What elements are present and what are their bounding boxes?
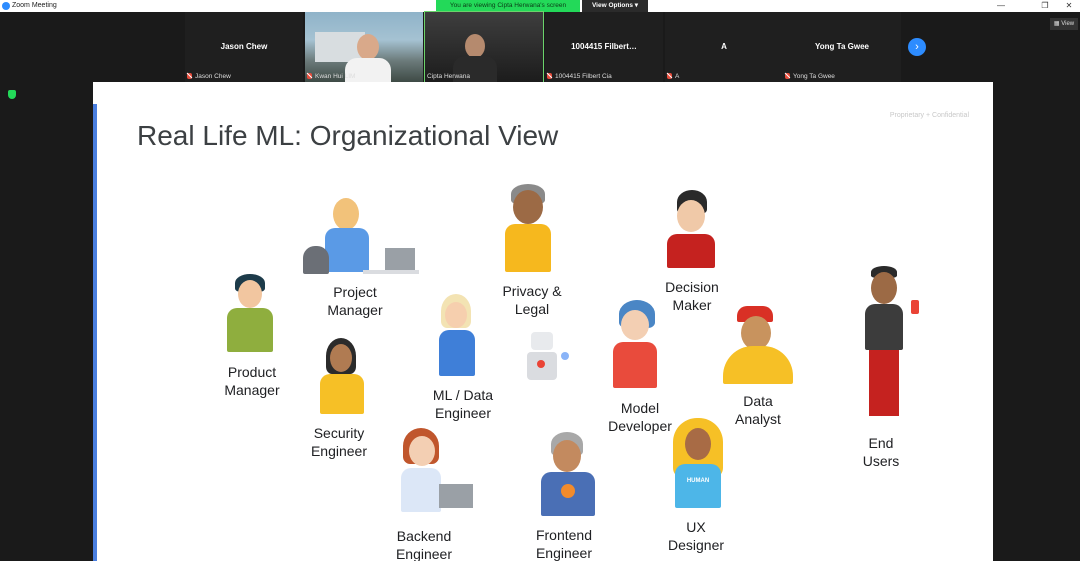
role-frontend-engineer: Frontend Engineer [535,527,593,561]
screen-share-banner: You are viewing Cipta Herwana's screen [436,0,580,12]
confidential-label: Proprietary + Confidential [889,112,969,119]
role-backend-engineer: Backend Engineer [395,528,453,561]
backend-engineer-illustration [399,428,477,516]
role-product-manager: Product Manager [224,364,280,398]
end-users-illustration [853,266,933,424]
data-analyst-illustration [721,306,797,384]
slide-accent-bar [93,104,97,561]
participant-tile[interactable]: 1004415 Filbert… 1004415 Filbert Cia [545,12,663,82]
mic-muted-icon [785,73,790,79]
security-engineer-illustration [298,338,388,418]
role-end-users: End Users [862,435,900,469]
participant-tile[interactable]: Jason Chew Jason Chew [185,12,303,82]
mic-muted-icon [667,73,672,79]
human-shirt-text: HUMAN [686,478,710,484]
shared-slide: Real Life ML: Organizational View Propri… [93,82,993,561]
window-title: Zoom Meeting [12,2,57,9]
project-manager-illustration [303,196,419,276]
zoom-logo-icon [2,2,10,10]
ux-designer-illustration: HUMAN [669,418,729,510]
role-privacy-legal: Privacy & Legal [502,283,562,317]
participant-face [465,34,485,58]
role-security-engineer: Security Engineer [310,425,368,459]
model-developer-illustration [603,300,669,390]
participant-video-tile-active[interactable]: Cipta Herwana [424,11,544,83]
participant-tile[interactable]: Yong Ta Gwee Yong Ta Gwee [783,12,901,82]
mic-muted-icon [187,73,192,79]
product-manager-illustration [225,274,275,354]
maximize-button[interactable]: ❐ [1034,0,1056,12]
view-button[interactable]: ▦ View [1050,18,1078,30]
participant-face [357,34,379,60]
gallery-strip: Jason Chew Jason Chew Kwan Hui LIM Cipta… [185,11,901,83]
shield-icon [8,90,16,99]
mic-muted-icon [307,73,312,79]
robot-illustration [521,332,571,384]
frontend-engineer-illustration [537,432,599,518]
slide-title: Real Life ML: Organizational View [137,120,559,151]
minimize-button[interactable]: — [990,0,1012,12]
privacy-legal-illustration [499,184,563,272]
role-ux-designer: UX Designer [667,519,725,553]
role-ml-data-engineer: ML / Data Engineer [432,387,494,421]
decision-maker-illustration [661,190,723,268]
participant-tile[interactable]: A A [665,12,783,82]
participant-video-tile[interactable]: Kwan Hui LIM [305,12,423,82]
role-project-manager: Project Manager [327,284,383,318]
next-page-button[interactable]: › [908,38,926,56]
close-button[interactable]: ✕ [1058,0,1080,12]
view-options-button[interactable]: View Options ▾ [582,0,648,12]
mic-muted-icon [547,73,552,79]
